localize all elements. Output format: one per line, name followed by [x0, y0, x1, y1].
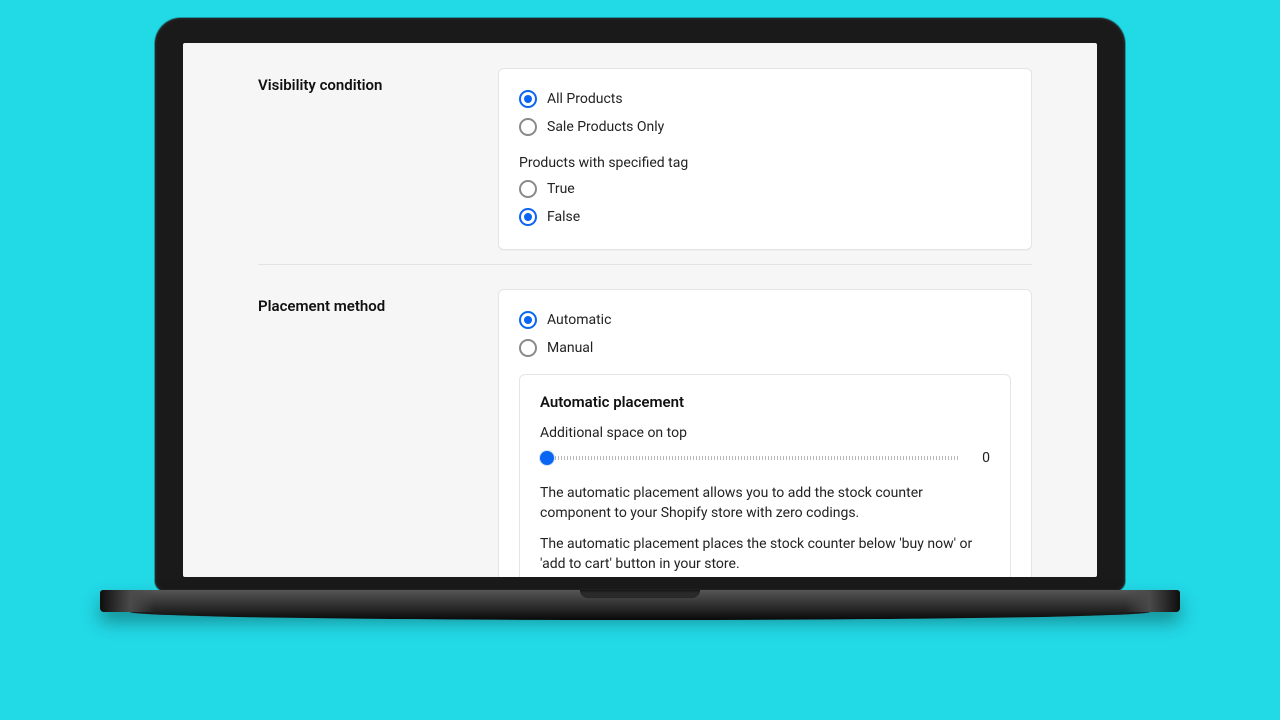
radio-icon	[519, 180, 537, 198]
radio-all-products[interactable]: All Products	[519, 85, 1011, 113]
slider-track	[540, 456, 960, 460]
help-text-1: The automatic placement allows you to ad…	[540, 483, 990, 524]
help-text-2: The automatic placement places the stock…	[540, 534, 990, 575]
radio-automatic[interactable]: Automatic	[519, 306, 1011, 334]
section-visibility: Visibility condition All Products Sale P…	[258, 68, 1032, 264]
radio-manual[interactable]: Manual	[519, 334, 1011, 362]
radio-label: Manual	[547, 340, 593, 356]
placement-card: Automatic Manual Automatic placement Add…	[498, 289, 1032, 577]
settings-page: Visibility condition All Products Sale P…	[183, 43, 1097, 577]
section-placement: Placement method Automatic Manual Autom	[258, 289, 1032, 577]
placement-heading: Placement method	[258, 297, 498, 315]
screen: Visibility condition All Products Sale P…	[183, 43, 1097, 577]
radio-label: Sale Products Only	[547, 119, 664, 135]
radio-icon	[519, 339, 537, 357]
laptop-frame: Visibility condition All Products Sale P…	[155, 18, 1125, 648]
radio-icon	[519, 311, 537, 329]
visibility-card: All Products Sale Products Only Products…	[498, 68, 1032, 250]
section-title-visibility: Visibility condition	[258, 68, 498, 94]
radio-label: False	[547, 209, 580, 225]
slider-thumb[interactable]	[540, 451, 554, 465]
laptop-notch	[580, 590, 700, 598]
radio-tag-false[interactable]: False	[519, 203, 1011, 231]
slider-value: 0	[978, 450, 990, 466]
radio-icon	[519, 118, 537, 136]
radio-tag-true[interactable]: True	[519, 175, 1011, 203]
tag-group-label: Products with specified tag	[519, 155, 1011, 171]
laptop-hinge	[100, 590, 1180, 612]
radio-icon	[519, 208, 537, 226]
slider-label: Additional space on top	[540, 425, 990, 441]
radio-label: Automatic	[547, 312, 611, 328]
laptop-lid: Visibility condition All Products Sale P…	[155, 18, 1125, 591]
visibility-heading: Visibility condition	[258, 76, 498, 94]
laptop-foot	[130, 612, 1150, 620]
section-divider	[258, 264, 1032, 265]
space-on-top-slider[interactable]	[540, 449, 960, 467]
radio-label: True	[547, 181, 575, 197]
radio-sale-products-only[interactable]: Sale Products Only	[519, 113, 1011, 141]
radio-label: All Products	[547, 91, 623, 107]
radio-icon	[519, 90, 537, 108]
automatic-placement-card: Automatic placement Additional space on …	[519, 374, 1011, 577]
slider-row: 0	[540, 449, 990, 467]
automatic-placement-title: Automatic placement	[540, 393, 990, 411]
section-title-placement: Placement method	[258, 289, 498, 315]
laptop-base	[155, 590, 1125, 648]
